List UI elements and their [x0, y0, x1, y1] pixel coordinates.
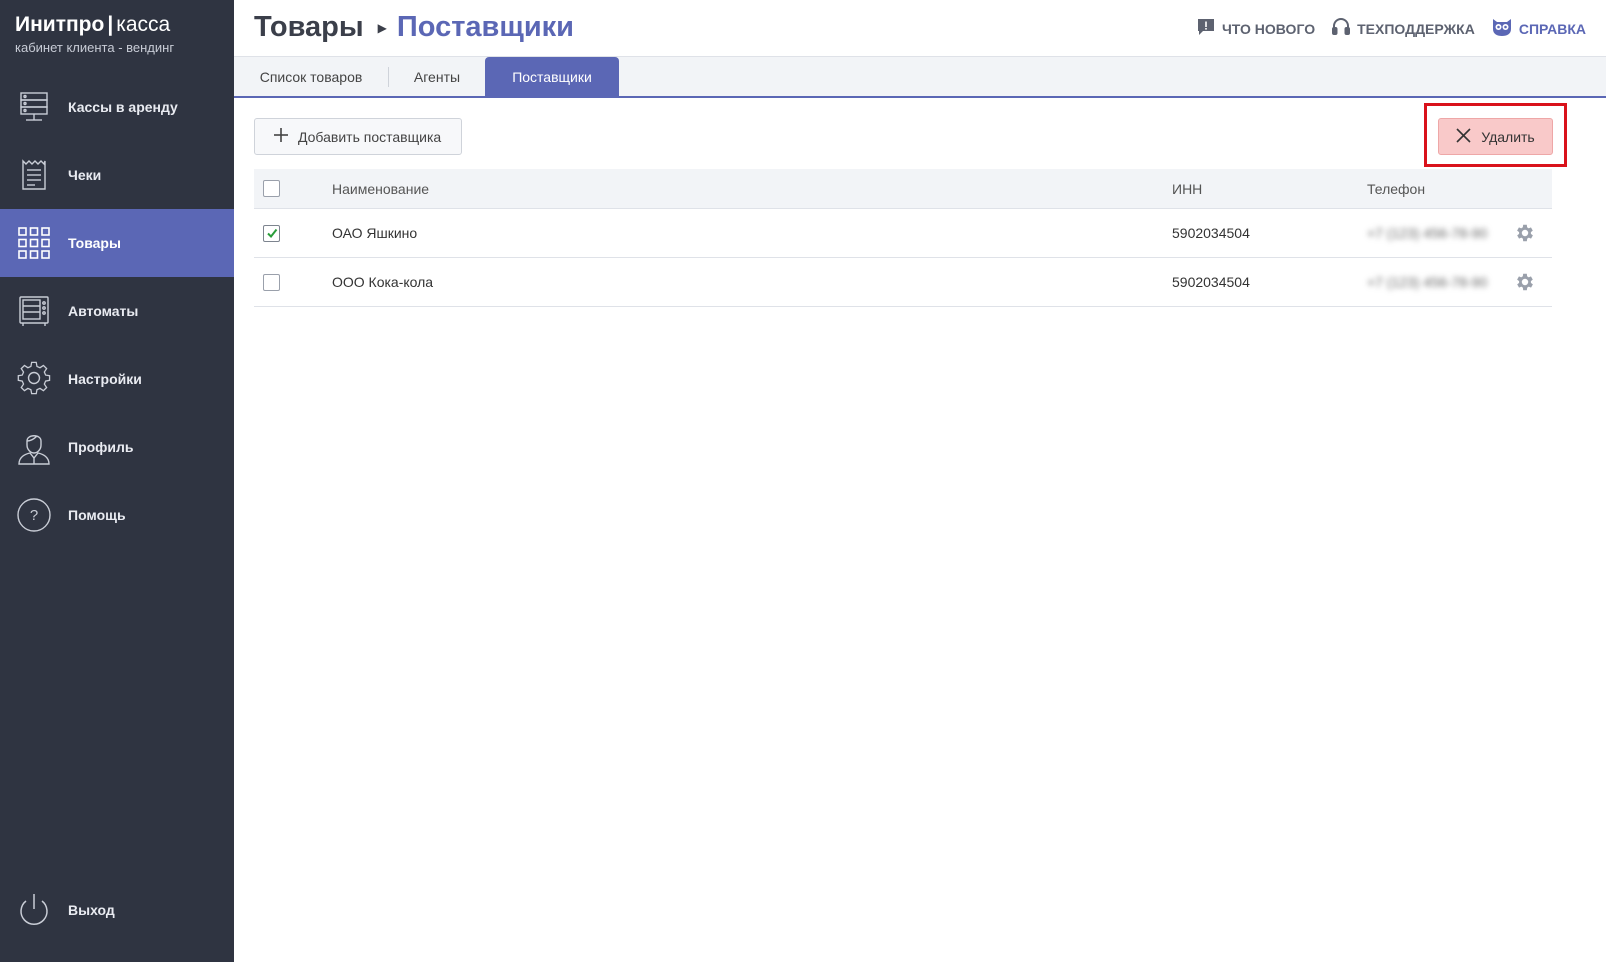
- gear-icon[interactable]: [1514, 222, 1536, 244]
- breadcrumb: Товары ▶ Поставщики: [254, 11, 574, 44]
- select-all-checkbox[interactable]: [263, 180, 280, 197]
- page-title: Поставщики: [396, 11, 574, 43]
- sidebar-item-products[interactable]: Товары: [0, 209, 234, 277]
- supplier-inn: 5902034504: [1172, 274, 1250, 290]
- add-supplier-button[interactable]: Добавить поставщика: [254, 118, 462, 155]
- supplier-name: ООО Кока-кола: [332, 274, 434, 290]
- help-label: СПРАВКА: [1518, 20, 1586, 37]
- logout-label: Выход: [68, 902, 115, 918]
- sidebar-nav: Кассы в аренду Чеки Товары Автоматы Наст…: [0, 73, 234, 549]
- column-phone-header[interactable]: Телефон: [1367, 169, 1425, 208]
- add-supplier-label: Добавить поставщика: [298, 128, 442, 145]
- vending-machine-icon: [15, 292, 53, 330]
- owl-icon: [1491, 17, 1513, 40]
- whats-new-link[interactable]: ЧТО НОВОГО: [1196, 17, 1315, 40]
- page-header: Товары ▶ Поставщики ЧТО НОВОГО ТЕХПОДДЕР…: [234, 0, 1606, 57]
- user-icon: [15, 428, 53, 466]
- row-checkbox[interactable]: [263, 273, 280, 291]
- brand-name: Инитпро: [15, 13, 105, 36]
- column-name-header[interactable]: Наименование: [332, 169, 429, 208]
- row-settings-cell: [1514, 209, 1536, 257]
- svg-text:?: ?: [30, 507, 38, 524]
- sidebar-item-label: Настройки: [68, 371, 142, 387]
- brand-product: касса: [116, 13, 171, 36]
- table-row[interactable]: ООО Кока-кола 5902034504 +7 (123) 456-78…: [254, 258, 1552, 307]
- row-settings-cell: [1514, 258, 1536, 306]
- help-icon: ?: [15, 496, 53, 534]
- row-check-cell: [263, 209, 280, 257]
- gear-icon: [15, 360, 53, 398]
- close-icon: [1456, 127, 1471, 146]
- sidebar-item-label: Чеки: [68, 167, 102, 183]
- supplier-name: ОАО Яшкино: [332, 225, 418, 241]
- suppliers-table: Наименование ИНН Телефон ОАО Яшкино 5902…: [254, 169, 1552, 307]
- table-row[interactable]: ОАО Яшкино 5902034504 +7 (123) 456-78-90: [254, 209, 1552, 258]
- brand: Инитпро | касса кабинет клиента - вендинг: [15, 13, 174, 55]
- power-icon: [15, 891, 53, 929]
- gear-icon[interactable]: [1514, 271, 1536, 293]
- supplier-phone: +7 (123) 456-78-90: [1367, 274, 1488, 290]
- sidebar: Инитпро | касса кабинет клиента - вендинг …: [0, 0, 234, 962]
- breadcrumb-root[interactable]: Товары: [254, 11, 364, 44]
- tab-product-list[interactable]: Список товаров: [234, 57, 388, 96]
- sidebar-item-label: Товары: [68, 235, 121, 251]
- supplier-inn: 5902034504: [1172, 225, 1250, 241]
- table-header: Наименование ИНН Телефон: [254, 169, 1552, 209]
- delete-label: Удалить: [1481, 128, 1535, 145]
- tab-agents[interactable]: Агенты: [388, 57, 486, 96]
- sidebar-item-profile[interactable]: Профиль: [0, 413, 234, 481]
- header-links: ЧТО НОВОГО ТЕХПОДДЕРЖКА СПРАВКА: [1196, 17, 1586, 40]
- receipt-icon: [15, 156, 53, 194]
- headset-icon: [1331, 17, 1351, 40]
- supplier-phone: +7 (123) 456-78-90: [1367, 225, 1488, 241]
- brand-separator: |: [107, 13, 114, 36]
- column-inn-header[interactable]: ИНН: [1172, 169, 1202, 208]
- select-all-cell: [263, 169, 280, 208]
- whats-new-label: ЧТО НОВОГО: [1221, 20, 1316, 37]
- sidebar-item-receipts[interactable]: Чеки: [0, 141, 234, 209]
- sidebar-item-label: Профиль: [68, 439, 134, 455]
- plus-icon: [273, 127, 289, 146]
- sidebar-item-settings[interactable]: Настройки: [0, 345, 234, 413]
- server-icon: [15, 88, 53, 126]
- sidebar-item-help[interactable]: ? Помощь: [0, 481, 234, 549]
- checkmark-icon: [266, 228, 277, 239]
- sidebar-item-vending-machines[interactable]: Автоматы: [0, 277, 234, 345]
- help-link[interactable]: СПРАВКА: [1491, 17, 1586, 40]
- tab-bar: Список товаров Агенты Поставщики: [234, 57, 1606, 98]
- support-label: ТЕХПОДДЕРЖКА: [1357, 20, 1475, 37]
- brand-subtitle: кабинет клиента - вендинг: [15, 40, 175, 55]
- row-check-cell: [263, 258, 280, 306]
- logout-button[interactable]: Выход: [0, 876, 234, 944]
- breadcrumb-arrow-icon: ▶: [377, 20, 387, 35]
- delete-button[interactable]: Удалить: [1438, 118, 1553, 155]
- sidebar-item-label: Помощь: [68, 507, 126, 523]
- grid-icon: [15, 224, 53, 262]
- sidebar-item-rent-registers[interactable]: Кассы в аренду: [0, 73, 234, 141]
- sidebar-item-label: Автоматы: [68, 303, 139, 319]
- chat-alert-icon: [1196, 17, 1216, 40]
- sidebar-item-label: Кассы в аренду: [68, 99, 178, 115]
- support-link[interactable]: ТЕХПОДДЕРЖКА: [1331, 17, 1475, 40]
- tab-suppliers[interactable]: Поставщики: [485, 57, 619, 96]
- row-checkbox[interactable]: [263, 224, 280, 242]
